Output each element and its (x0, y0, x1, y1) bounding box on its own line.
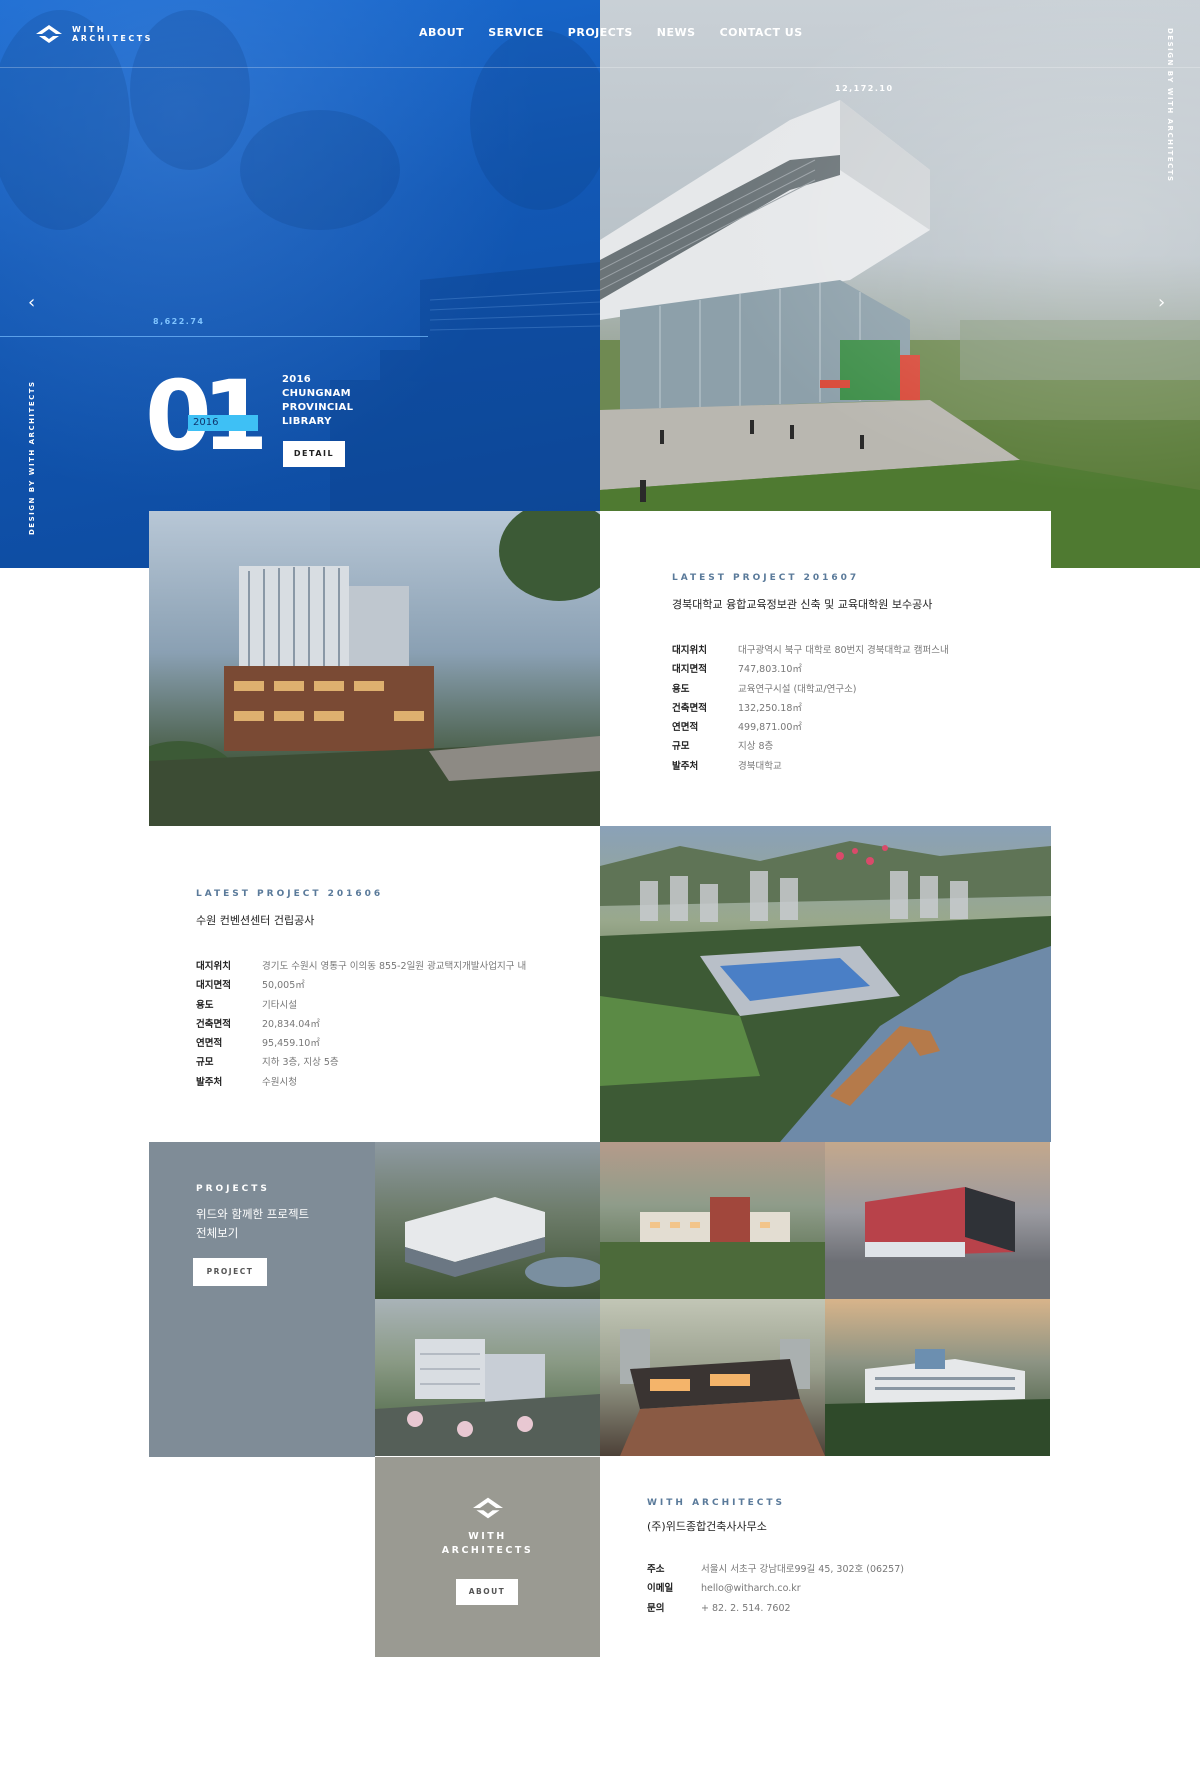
info-row: 규모 지하 3층, 지상 5층 (196, 1057, 339, 1069)
nav-about[interactable]: ABOUT (419, 26, 464, 42)
site-logo[interactable]: WITH ARCHITECTS (36, 22, 166, 46)
project-button[interactable]: PROJECT (193, 1258, 267, 1286)
vertical-credit-right: DESIGN BY WITH ARCHITECTS (1166, 28, 1174, 183)
info-row: 연면적 95,459.10㎡ (196, 1038, 320, 1050)
vertical-credit-left: DESIGN BY WITH ARCHITECTS (28, 380, 36, 535)
footer-email-row: 이메일 hello@witharch.co.kr (647, 1579, 1067, 1598)
info-row: 대지면적 747,803.10㎡ (672, 664, 802, 676)
slide-title: 2016 CHUNGNAM PROVINCIAL LIBRARY (282, 374, 354, 427)
footer-address-row: 주소 서울시 서초구 강남대로99길 45, 302호 (06257) (647, 1564, 904, 1575)
project2-aerial-illustration (600, 841, 1051, 1142)
info-row: 대지위치 대구광역시 북구 대학로 80번지 경북대학교 캠퍼스내 (672, 645, 949, 656)
footer-logo-icon (473, 1497, 503, 1519)
project1-info-card: LATEST PROJECT 201607 경북대학교 융합교육정보관 신축 및… (600, 511, 1051, 826)
info-row: 건축면적 20,834.04㎡ (196, 1018, 320, 1030)
thumbnail-illustration (825, 1349, 1050, 1456)
thumbnail-illustration (405, 1197, 600, 1287)
nav-contact-us[interactable]: CONTACT US (720, 26, 803, 42)
project1-image[interactable] (149, 511, 600, 826)
project-thumbnail[interactable] (375, 1299, 600, 1456)
footer-brand-panel: WITH ARCHITECTS ABOUT (375, 1457, 600, 1657)
year-badge: 2016 (188, 415, 258, 431)
header-divider (0, 67, 1200, 68)
projects-description: 위드와 함께한 프로젝트 전체보기 (196, 1207, 310, 1240)
project-thumbnail[interactable] (825, 1142, 1050, 1299)
prev-slide-icon[interactable]: ‹ (28, 294, 35, 312)
info-row: 연면적 499,871.00㎡ (672, 722, 802, 734)
footer-label: WITH ARCHITECTS (647, 1498, 785, 1508)
logo-text: WITH ARCHITECTS (72, 25, 153, 43)
coordinate-left: 8,622.74 (153, 317, 205, 326)
project1-building-illustration (149, 511, 600, 826)
email-link[interactable]: hello@witharch.co.kr (701, 1579, 801, 1598)
info-row: 용도 기타시설 (196, 999, 297, 1011)
next-slide-icon[interactable]: › (1158, 294, 1165, 312)
coordinate-top: 12,172.10 (835, 84, 894, 93)
thumbnail-illustration (600, 1197, 825, 1299)
info-row: 용도 교육연구시설 (대학교/연구소) (672, 683, 857, 695)
project-thumbnail[interactable] (375, 1142, 600, 1299)
nav-service[interactable]: SERVICE (488, 26, 544, 42)
company-name: (주)위드종합건축사사무소 (647, 1520, 767, 1533)
project2-info-list: 대지위치 경기도 수원시 영통구 이의동 855-2일원 광교택지개발사업지구 내… (196, 957, 526, 1092)
project2-label: LATEST PROJECT 201606 (196, 889, 384, 899)
hero-slider: WITH ARCHITECTS ABOUT SERVICE PROJECTS N… (0, 0, 1200, 568)
info-row: 건축면적 132,250.18㎡ (672, 702, 802, 714)
project2-image[interactable] (600, 826, 1051, 1142)
footer-logo-text: WITH ARCHITECTS (441, 1531, 534, 1556)
info-row: 대지위치 경기도 수원시 영통구 이의동 855-2일원 광교택지개발사업지구 내 (196, 961, 527, 972)
info-row: 규모 지상 8층 (672, 741, 774, 753)
info-row: 대지면적 50,005㎡ (196, 980, 305, 992)
hero-photo-light (600, 0, 1200, 568)
logo-icon (36, 25, 62, 43)
projects-panel: PROJECTS 위드와 함께한 프로젝트 전체보기 PROJECT (149, 1142, 375, 1457)
project2-info-card: LATEST PROJECT 201606 수원 컨벤션센터 건립공사 대지위치… (149, 826, 600, 1142)
nav-projects[interactable]: PROJECTS (568, 26, 633, 42)
project-thumbnail[interactable] (600, 1142, 825, 1299)
info-row: 발주처 경북대학교 (672, 760, 782, 772)
footer-phone-row: 문의 + 82. 2. 514. 7602 (647, 1602, 791, 1614)
info-row: 발주처 수원시청 (196, 1076, 297, 1088)
projects-label: PROJECTS (196, 1184, 270, 1194)
project1-title: 경북대학교 융합교육정보관 신축 및 교육대학원 보수공사 (672, 598, 933, 611)
project-thumbnail[interactable] (825, 1299, 1050, 1456)
about-button[interactable]: ABOUT (456, 1579, 518, 1605)
project-thumbnail[interactable] (600, 1299, 825, 1456)
thumbnail-illustration (375, 1339, 600, 1456)
hero-guide-line (0, 336, 428, 337)
project1-info-list: 대지위치 대구광역시 북구 대학로 80번지 경북대학교 캠퍼스내 대지면적 747… (672, 641, 949, 776)
detail-button[interactable]: DETAIL (283, 441, 345, 467)
project1-label: LATEST PROJECT 201607 (672, 573, 860, 583)
project2-title: 수원 컨벤션센터 건립공사 (196, 914, 315, 927)
footer-info: WITH ARCHITECTS (주)위드종합건축사사무소 주소 서울시 서초구 … (647, 1498, 1067, 1618)
main-nav: ABOUT SERVICE PROJECTS NEWS CONTACT US (419, 26, 827, 42)
nav-news[interactable]: NEWS (657, 26, 696, 42)
thumbnail-illustration (825, 1187, 1050, 1299)
hero-left-backdrop (0, 10, 600, 568)
thumbnail-illustration (620, 1329, 825, 1456)
